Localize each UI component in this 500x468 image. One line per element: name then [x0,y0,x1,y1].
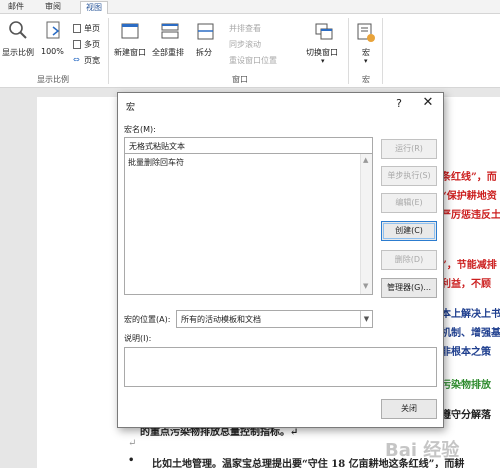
zoom-group-label: 显示比例 [37,75,69,84]
doc-line: 利益，不顾 [441,279,491,290]
paragraph-mark: ↵ [128,438,137,449]
new-window-button[interactable]: 新建窗口 [114,47,146,58]
doc-line: ”，节能减排 [441,260,497,271]
macros-in-select[interactable]: 所有的活动模板和文档 ▼ [176,310,373,328]
help-icon[interactable]: ? [391,97,407,110]
delete-button[interactable]: 删除(D) [381,250,437,270]
group-divider [108,18,109,84]
doc-line: 污染物排放 [441,380,491,391]
macros-in-label: 宏的位置(A): [124,315,171,324]
one-page-icon [73,24,81,33]
new-window-icon [121,23,139,39]
macro-name-label: 宏名(M): [124,125,156,134]
window-group-label: 窗口 [232,75,248,84]
macros-dropdown-icon[interactable]: ▾ [364,57,368,65]
ribbon: 显示比例 100% 单页 多页 ⇔ 页宽 显示比例 新建窗口 全部重排 拆分 并… [0,14,500,88]
tab-review[interactable]: 审阅 [45,1,61,14]
reset-window-position-button[interactable]: 重设窗口位置 [229,55,277,66]
close-button[interactable]: 关闭 [381,399,437,419]
doc-line: 条红线”，而 [441,172,497,183]
group-divider [382,18,383,84]
doc-line: 严厉惩违反土地 [441,210,500,221]
split-button[interactable]: 拆分 [196,47,212,58]
create-button[interactable]: 创建(C) [381,221,437,241]
macros-listbox[interactable]: 批量删除回车符 ▲ ▼ [124,153,373,295]
doc-line: 机制、增强基 [441,328,500,339]
macro-group-label: 宏 [362,75,370,84]
doc-line: 本上解决上书 [441,309,500,320]
edit-button[interactable]: 编辑(E) [381,193,437,213]
switch-window-dropdown-icon[interactable]: ▾ [321,57,325,65]
zoom-button[interactable]: 显示比例 [2,47,34,58]
split-icon [197,23,214,40]
bullet-icon: • [128,455,135,466]
chevron-down-icon[interactable]: ▼ [360,311,372,327]
doc-line: 非根本之策 [441,347,491,358]
tab-view[interactable]: 视图 [80,1,108,14]
one-page-button[interactable]: 单页 [84,23,100,34]
multi-page-icon [73,40,81,49]
watermark: Bai 经验 [385,440,460,461]
group-divider [348,18,349,84]
sync-scroll-button[interactable]: 同步滚动 [229,39,261,50]
zoom-magnifier-icon [9,21,27,39]
doc-line: 遵守分解落 [441,410,491,421]
page-width-icon: ⇔ [73,55,80,64]
macros-in-value: 所有的活动模板和文档 [181,315,261,324]
hundred-percent-icon [46,21,60,39]
arrange-all-button[interactable]: 全部重排 [152,47,184,58]
hundred-percent-button[interactable]: 100% [41,47,64,56]
switch-window-icon [315,23,333,40]
multi-page-button[interactable]: 多页 [84,39,100,50]
side-by-side-button[interactable]: 并排查看 [229,23,261,34]
run-button[interactable]: 运行(R) [381,139,437,159]
scroll-up-icon[interactable]: ▲ [363,156,368,164]
description-label: 说明(I): [124,334,152,343]
step-into-button[interactable]: 单步执行(S) [381,166,437,186]
macros-icon [357,23,375,42]
description-box[interactable] [124,347,437,387]
close-icon[interactable]: ✕ [419,95,437,110]
organizer-button[interactable]: 管理器(G)... [381,278,437,298]
scroll-down-icon[interactable]: ▼ [363,282,368,290]
macro-name-input[interactable]: 无格式粘贴文本 [124,137,373,154]
macros-dialog: 宏 ? ✕ 宏名(M): 无格式粘贴文本 批量删除回车符 ▲ ▼ 运行(R) 单… [117,92,444,428]
doc-line: “保护耕地资 [441,191,497,202]
dialog-title: 宏 [126,103,136,113]
list-item[interactable]: 批量删除回车符 [128,157,184,168]
arrange-all-icon [161,23,179,39]
listbox-scrollbar[interactable]: ▲ ▼ [360,154,372,294]
tab-mailings[interactable]: 邮件 [8,1,24,14]
ribbon-tab-bar: 邮件 审阅 视图 [0,0,500,14]
page-width-button[interactable]: 页宽 [84,55,100,66]
